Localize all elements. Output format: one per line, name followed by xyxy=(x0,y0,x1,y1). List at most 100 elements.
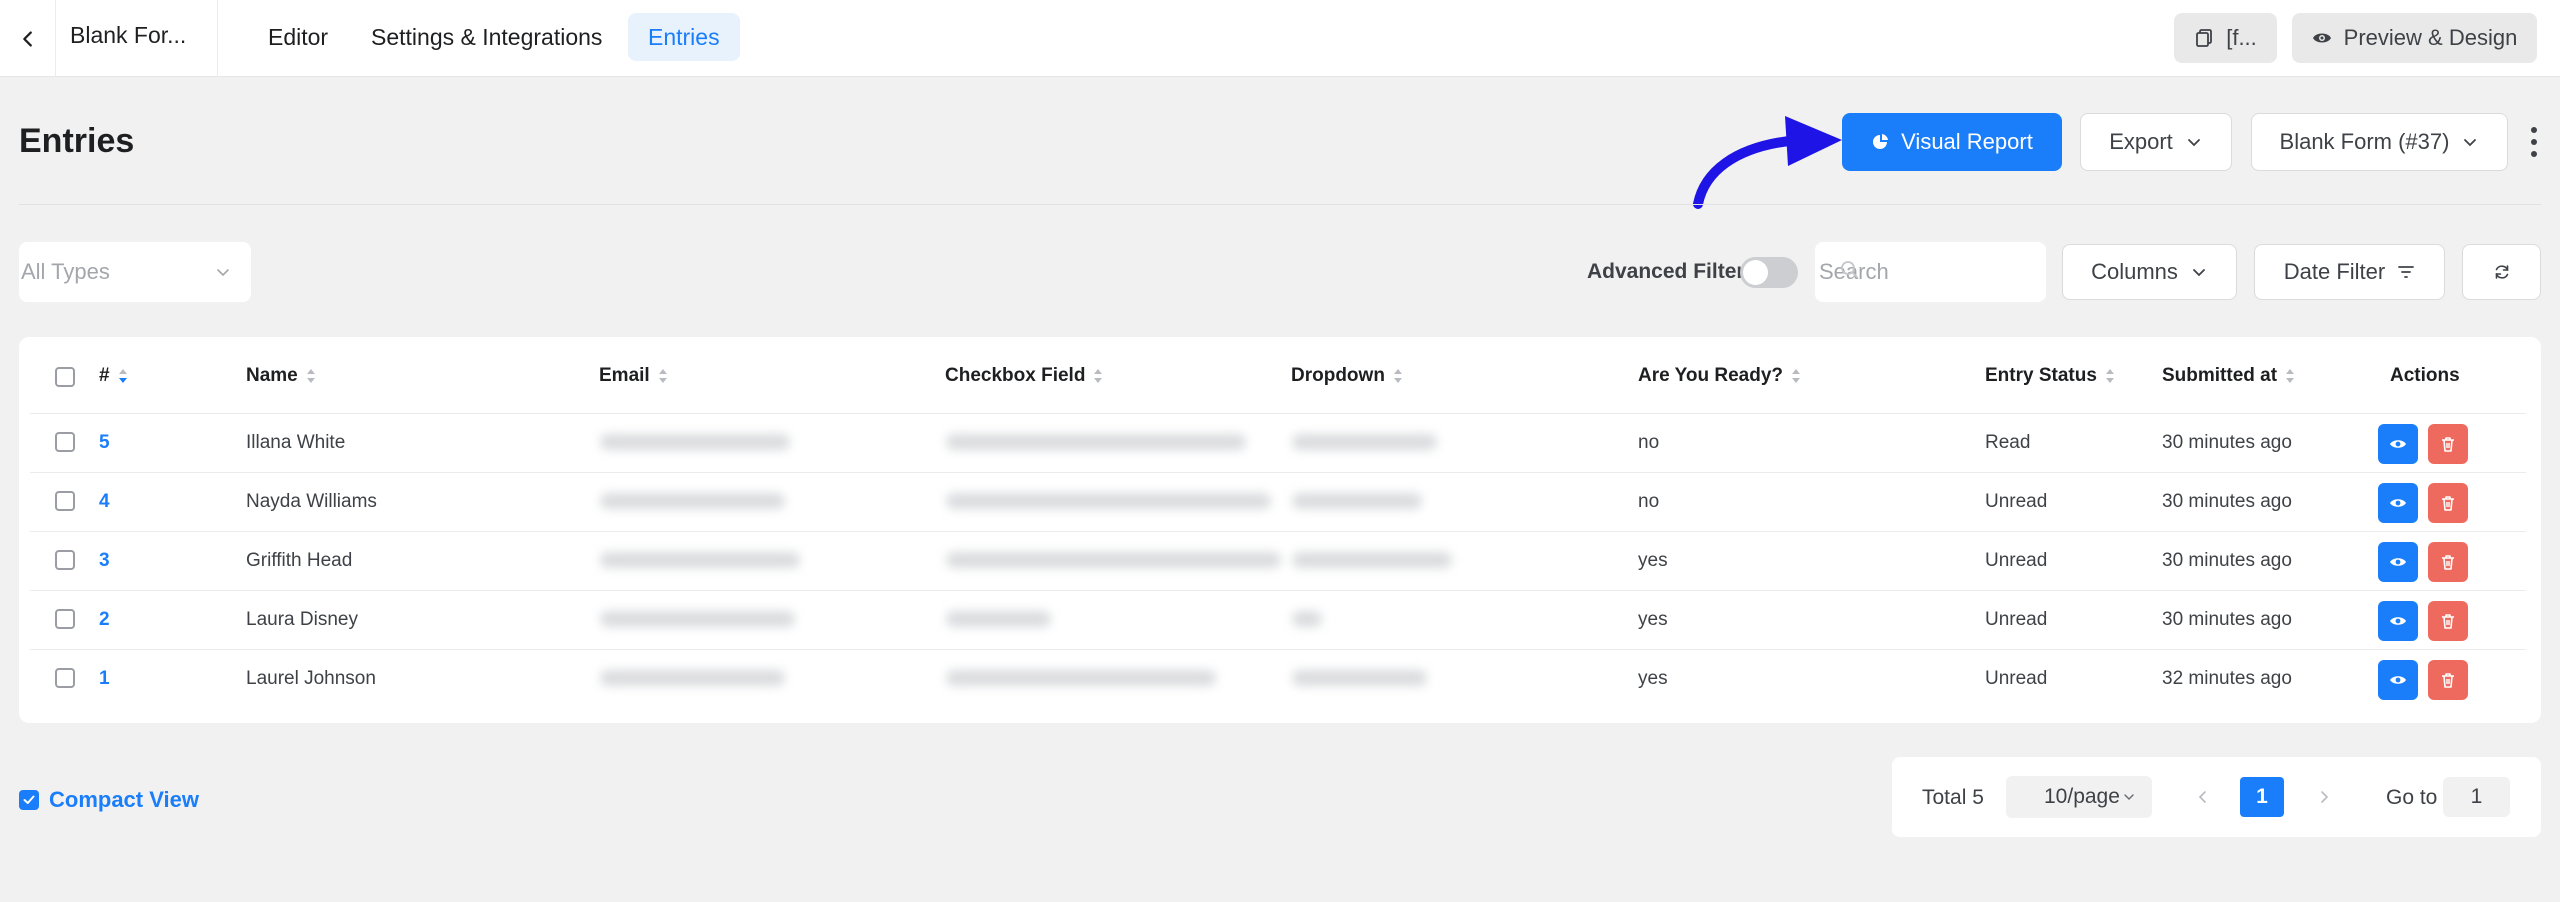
pagination-total: Total 5 xyxy=(1922,786,1984,809)
top-nav-bar: Blank For... Editor Settings & Integrati… xyxy=(0,0,2560,77)
col-header-are-you-ready[interactable]: Are You Ready? xyxy=(1638,365,1801,387)
blurred-dropdown xyxy=(1292,493,1422,509)
entry-status: Unread xyxy=(1985,550,2048,571)
entry-name: Illana White xyxy=(246,432,346,453)
blurred-dropdown xyxy=(1292,670,1427,686)
advanced-filter-toggle[interactable] xyxy=(1740,257,1798,288)
form-select-dropdown[interactable]: Blank Form (#37) xyxy=(2251,113,2508,171)
compact-view-checkbox[interactable] xyxy=(19,790,39,810)
tab-settings-integrations[interactable]: Settings & Integrations xyxy=(351,13,622,61)
entry-submitted-at: 30 minutes ago xyxy=(2162,491,2292,512)
row-checkbox[interactable] xyxy=(55,609,75,629)
view-entry-button[interactable] xyxy=(2378,660,2418,700)
col-header-id[interactable]: # xyxy=(99,365,128,387)
entry-submitted-at: 30 minutes ago xyxy=(2162,432,2292,453)
row-divider xyxy=(30,590,2526,591)
row-checkbox[interactable] xyxy=(55,668,75,688)
chevron-down-icon xyxy=(2193,269,2205,277)
col-header-name[interactable]: Name xyxy=(246,365,316,387)
annotation-arrow-icon xyxy=(1693,116,1842,209)
eye-icon xyxy=(2390,440,2406,448)
col-header-email[interactable]: Email xyxy=(599,365,668,387)
entry-id-link[interactable]: 5 xyxy=(99,432,110,454)
tab-editor[interactable]: Editor xyxy=(248,13,348,61)
blurred-dropdown xyxy=(1292,552,1452,568)
view-entry-button[interactable] xyxy=(2378,483,2418,523)
delete-entry-button[interactable] xyxy=(2428,660,2468,700)
col-header-label: Entry Status xyxy=(1985,365,2097,386)
tab-entries[interactable]: Entries xyxy=(628,13,740,61)
preview-design-button[interactable]: Preview & Design xyxy=(2292,13,2537,63)
divider xyxy=(217,0,218,77)
col-header-label: Submitted at xyxy=(2162,365,2278,386)
back-button[interactable] xyxy=(0,0,56,77)
sort-icon xyxy=(2105,369,2114,383)
view-entry-button[interactable] xyxy=(2378,424,2418,464)
entry-id-link[interactable]: 2 xyxy=(99,609,110,631)
chevron-down-icon xyxy=(217,269,229,277)
delete-entry-button[interactable] xyxy=(2428,542,2468,582)
entry-status: Unread xyxy=(1985,609,2048,630)
entry-id-link[interactable]: 4 xyxy=(99,491,110,513)
export-button[interactable]: Export xyxy=(2080,113,2232,171)
columns-button[interactable]: Columns xyxy=(2062,244,2237,300)
filter-icon xyxy=(2398,266,2415,278)
per-page-select[interactable]: 10/page xyxy=(2006,776,2152,818)
blurred-checkbox-field xyxy=(946,670,1216,686)
view-entry-button[interactable] xyxy=(2378,542,2418,582)
export-label: Export xyxy=(2109,129,2173,154)
trash-icon xyxy=(2442,614,2454,629)
col-header-label: Name xyxy=(246,365,298,386)
more-options-icon[interactable] xyxy=(2528,127,2540,157)
eye-icon xyxy=(2312,33,2331,43)
header-divider xyxy=(19,204,2541,205)
compact-view-label: Compact View xyxy=(49,787,199,812)
eye-icon xyxy=(2390,499,2406,507)
entry-ready: yes xyxy=(1638,609,1668,630)
refresh-button[interactable] xyxy=(2462,244,2541,300)
visual-report-button[interactable]: Visual Report xyxy=(1842,113,2062,171)
col-header-dropdown[interactable]: Dropdown xyxy=(1291,365,1403,387)
page-button-current[interactable]: 1 xyxy=(2240,777,2284,817)
row-divider xyxy=(30,531,2526,532)
date-filter-button[interactable]: Date Filter xyxy=(2254,244,2445,300)
col-header-submitted-at[interactable]: Submitted at xyxy=(2162,365,2295,387)
entry-id-link[interactable]: 3 xyxy=(99,550,110,572)
pie-chart-icon xyxy=(1873,134,1889,149)
entry-type-select[interactable]: All Types xyxy=(19,242,251,302)
select-all-checkbox[interactable] xyxy=(55,367,75,387)
row-divider xyxy=(30,413,2526,414)
col-header-label: Checkbox Field xyxy=(945,365,1086,386)
blurred-checkbox-field xyxy=(946,552,1281,568)
blurred-email xyxy=(600,434,790,450)
entry-submitted-at: 32 minutes ago xyxy=(2162,668,2292,689)
row-checkbox[interactable] xyxy=(55,550,75,570)
blurred-checkbox-field xyxy=(946,434,1246,450)
search-icon xyxy=(1841,261,1858,278)
compact-view-toggle[interactable]: Compact View xyxy=(19,787,199,813)
entry-type-placeholder: All Types xyxy=(21,259,110,284)
entry-ready: no xyxy=(1638,491,1660,512)
row-divider xyxy=(30,649,2526,650)
goto-page-input[interactable] xyxy=(2443,777,2510,817)
col-header-entry-status[interactable]: Entry Status xyxy=(1985,365,2115,387)
delete-entry-button[interactable] xyxy=(2428,424,2468,464)
delete-entry-button[interactable] xyxy=(2428,601,2468,641)
row-divider xyxy=(30,472,2526,473)
entry-name: Laura Disney xyxy=(246,609,358,630)
form-name: Blank For... xyxy=(70,22,187,48)
row-checkbox[interactable] xyxy=(55,491,75,511)
row-checkbox[interactable] xyxy=(55,432,75,452)
prev-page-icon[interactable] xyxy=(2195,789,2211,805)
next-page-icon[interactable] xyxy=(2316,789,2332,805)
delete-entry-button[interactable] xyxy=(2428,483,2468,523)
col-header-checkbox-field[interactable]: Checkbox Field xyxy=(945,365,1103,387)
view-entry-button[interactable] xyxy=(2378,601,2418,641)
entry-id-link[interactable]: 1 xyxy=(99,668,110,690)
entry-ready: yes xyxy=(1638,550,1668,571)
shortcode-button[interactable]: [f... xyxy=(2174,13,2277,63)
check-icon xyxy=(23,795,35,804)
refresh-icon xyxy=(2495,265,2508,279)
col-header-label: Actions xyxy=(2390,365,2460,386)
entry-ready: no xyxy=(1638,432,1660,453)
